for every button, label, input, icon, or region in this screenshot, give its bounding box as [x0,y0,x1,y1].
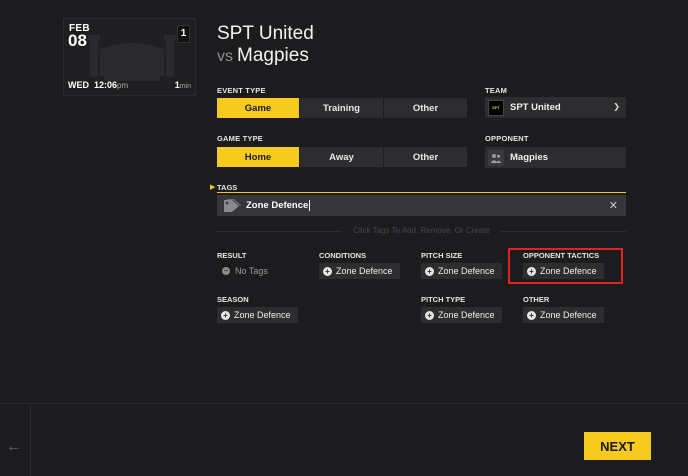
team-logo-icon: SPT [488,99,504,116]
team-label: TEAM [485,86,508,95]
event-type-game[interactable]: Game [217,98,300,118]
other-label: OTHER [523,295,550,304]
pitch-type-label: PITCH TYPE [421,295,466,304]
plus-circle-icon: + [425,266,434,276]
game-type-other[interactable]: Other [384,147,467,167]
plus-circle-icon: + [323,266,332,276]
result-label: RESULT [217,251,247,260]
event-datetime: WED 12:06pm [68,80,128,90]
other-chip[interactable]: + Zone Defence [523,307,604,323]
footer-divider [0,403,688,404]
event-time: 12:06 [94,80,118,90]
season-chip[interactable]: + Zone Defence [217,307,298,323]
opponent-select[interactable]: Magpies [485,147,626,168]
conditions-chip-label: Zone Defence [336,266,393,276]
tags-caret-icon: ▶ [210,184,216,191]
event-card: FEB 08 1 WED 12:06pm 1min [63,18,196,96]
opponent-name: Magpies [237,45,309,66]
minus-circle-icon: − [222,266,230,275]
vs-label: vs [217,48,233,65]
page-title-opponent: vs Magpies [217,45,309,67]
event-day: 08 [68,31,87,50]
pitch-type-chip[interactable]: + Zone Defence [421,307,502,323]
plus-circle-icon: + [425,310,434,320]
other-chip-label: Zone Defence [540,310,597,320]
next-button[interactable]: NEXT [584,432,651,460]
opponent-group-icon [488,149,504,166]
page-title-team: SPT United [217,23,314,44]
team-select-value: SPT United [510,102,561,113]
event-weekday: WED [68,80,89,90]
team-select[interactable]: SPT SPT United ❯ [485,97,626,118]
event-type-label: EVENT TYPE [217,86,266,95]
result-no-tags-text: No Tags [235,266,268,276]
pitch-size-label: PITCH SIZE [421,251,463,260]
game-type-home[interactable]: Home [217,147,300,167]
clear-icon[interactable]: ✕ [609,199,618,212]
event-type-training[interactable]: Training [300,98,384,118]
event-duration: 1min [175,80,191,90]
season-chip-label: Zone Defence [234,310,291,320]
result-no-tags: − No Tags [222,266,268,276]
tags-input[interactable]: Zone Defence ✕ [217,195,626,216]
text-caret [309,200,311,211]
chevron-down-icon: ❯ [613,102,620,111]
game-type-away[interactable]: Away [300,147,384,167]
stadium-icon [88,35,176,81]
tags-input-value: Zone Defence [246,200,309,211]
footer-vertical-divider [30,404,31,476]
tag-icon [224,198,241,212]
tags-hint-row: Click Tags To Add, Remove, Or Create [217,226,626,236]
tags-label: TAGS [217,183,238,192]
conditions-chip[interactable]: + Zone Defence [319,263,400,279]
tags-hint: Click Tags To Add, Remove, Or Create [353,226,490,235]
season-label: SEASON [217,295,249,304]
pitch-size-chip-label: Zone Defence [438,266,495,276]
game-type-segmented: Home Away Other [217,147,467,167]
opponent-label: OPPONENT [485,134,529,143]
event-type-segmented: Game Training Other [217,98,467,118]
event-type-other[interactable]: Other [384,98,467,118]
back-arrow-icon[interactable]: ← [6,438,22,456]
event-count-badge: 1 [177,25,190,43]
opponent-tactics-highlight [508,248,623,284]
plus-circle-icon: + [527,310,536,320]
plus-circle-icon: + [221,310,230,320]
pitch-size-chip[interactable]: + Zone Defence [421,263,502,279]
game-type-label: GAME TYPE [217,134,263,143]
pitch-type-chip-label: Zone Defence [438,310,495,320]
tags-underline [217,192,626,193]
event-duration-unit: min [179,83,191,90]
opponent-select-value: Magpies [510,152,549,163]
event-ampm: pm [117,81,129,90]
conditions-label: CONDITIONS [319,251,367,260]
